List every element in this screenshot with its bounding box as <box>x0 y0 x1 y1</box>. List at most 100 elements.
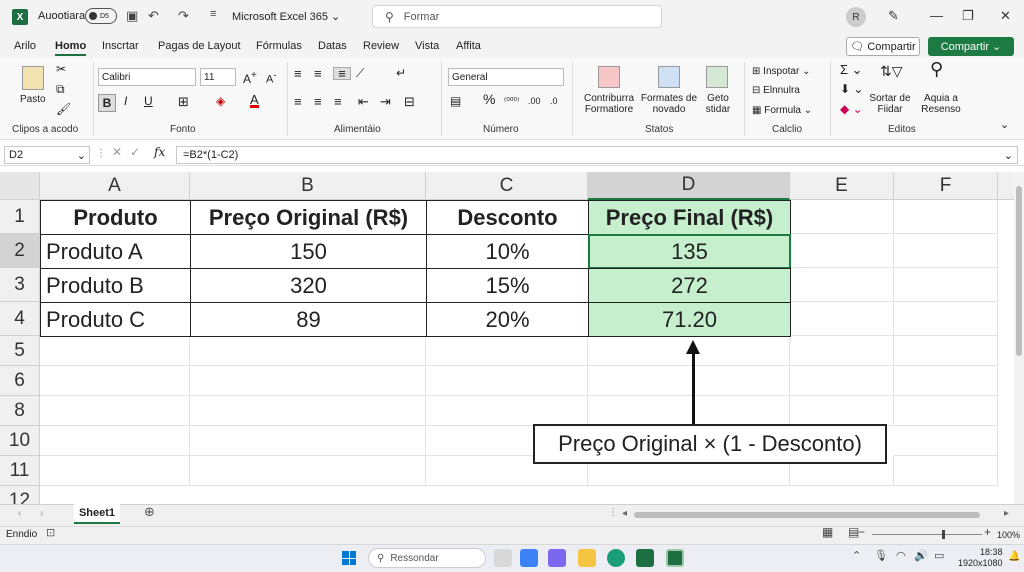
app-title[interactable]: Microsoft Excel 365 ⌄ <box>232 10 340 23</box>
row-header-5[interactable]: 5 <box>0 336 40 366</box>
cell-d2-selected[interactable]: 135 <box>588 234 791 269</box>
row-header-6[interactable]: 6 <box>0 366 40 396</box>
bold-button[interactable]: B <box>98 94 116 112</box>
cell[interactable] <box>588 366 790 396</box>
percent-style-icon[interactable]: % <box>483 92 495 106</box>
notifications-icon[interactable]: 🔔 <box>1008 551 1020 562</box>
taskbar-search[interactable]: ⚲ Ressondar <box>368 548 486 568</box>
cell[interactable] <box>426 396 588 426</box>
restore-icon[interactable]: ❐ <box>962 8 974 24</box>
increase-indent-icon[interactable]: ⇥ <box>380 95 391 108</box>
cell[interactable] <box>426 336 588 366</box>
menu-home[interactable]: Homo <box>55 40 87 56</box>
shrink-font-icon[interactable]: A- <box>266 70 276 86</box>
row-header-12[interactable]: 12 <box>0 486 40 504</box>
cell[interactable] <box>190 456 426 486</box>
wrap-text-icon[interactable]: ↵ <box>396 67 406 79</box>
cell-d1[interactable]: Preço Final (R$) <box>588 200 791 235</box>
horizontal-scroll-thumb[interactable] <box>634 512 980 518</box>
menu-dados[interactable]: Datas <box>318 40 347 52</box>
teams-icon[interactable] <box>548 549 566 567</box>
save-icon[interactable]: ▣ <box>126 8 138 24</box>
align-top-icon[interactable]: ≡ <box>294 67 302 80</box>
cell[interactable] <box>40 366 190 396</box>
share-button[interactable]: Compartir ⌄ <box>928 37 1014 56</box>
redo-icon[interactable]: ↷ <box>178 8 189 24</box>
row-header-3[interactable]: 3 <box>0 268 40 302</box>
hscroll-right-icon[interactable]: ▸ <box>1004 508 1009 519</box>
row-header-2[interactable]: 2 <box>0 234 40 268</box>
zoom-in-icon[interactable]: + <box>984 526 991 538</box>
cell[interactable] <box>894 302 998 336</box>
borders-icon[interactable]: ⊞ <box>178 95 189 108</box>
fill-icon[interactable]: ⬇ ⌄ <box>840 83 863 95</box>
zoom-out-icon[interactable]: − <box>858 526 865 538</box>
conditional-formatting-button[interactable]: Contriburra Formatiore <box>580 93 638 115</box>
battery-icon[interactable]: ▭ <box>934 551 944 562</box>
column-header-c[interactable]: C <box>426 172 588 200</box>
italic-button[interactable]: I <box>124 95 127 107</box>
column-header-e[interactable]: E <box>790 172 894 200</box>
cell[interactable] <box>790 366 894 396</box>
cell-c3[interactable]: 15% <box>426 268 589 303</box>
orientation-icon[interactable]: ⟋ <box>356 67 364 79</box>
column-header-b[interactable]: B <box>190 172 426 200</box>
format-painter-icon[interactable]: 🖌 <box>56 103 71 115</box>
menu-inserir[interactable]: Inscrtar <box>102 40 139 52</box>
tray-chevron-icon[interactable]: ⌃ <box>852 551 861 562</box>
cell[interactable] <box>790 200 894 234</box>
merge-center-icon[interactable]: ⊟ <box>404 95 415 108</box>
align-right-icon[interactable]: ≡ <box>334 95 342 108</box>
column-header-d[interactable]: D <box>588 172 790 200</box>
row-header-1[interactable]: 1 <box>0 200 40 234</box>
copy-icon[interactable]: ⧉ <box>56 83 65 95</box>
cell[interactable] <box>894 234 998 268</box>
cell[interactable] <box>790 396 894 426</box>
delete-cells-button[interactable]: ⊟ Elnnulra <box>752 85 800 96</box>
number-format-select[interactable]: General <box>448 68 564 86</box>
accessibility-icon[interactable]: ⊡ <box>46 528 55 539</box>
menu-page-layout[interactable]: Pagas de Layout <box>158 40 241 52</box>
font-name-select[interactable]: Calibri <box>98 68 196 86</box>
insert-function-icon[interactable]: fx <box>154 146 165 158</box>
underline-button[interactable]: U <box>144 95 153 107</box>
copilot-icon[interactable] <box>520 549 538 567</box>
cell-a1[interactable]: Produto <box>40 200 191 235</box>
cell[interactable] <box>190 366 426 396</box>
cell[interactable] <box>190 396 426 426</box>
font-size-select[interactable]: 11 <box>200 68 236 86</box>
confirm-entry-icon[interactable]: ✓ <box>130 146 140 158</box>
cell-c2[interactable]: 10% <box>426 234 589 269</box>
align-middle-icon[interactable]: ≡ <box>314 67 322 80</box>
select-all-corner[interactable] <box>0 172 40 200</box>
accounting-format-icon[interactable]: ▤ <box>450 95 461 107</box>
cell[interactable] <box>40 396 190 426</box>
cell-d3[interactable]: 272 <box>588 268 791 303</box>
decrease-indent-icon[interactable]: ⇤ <box>358 95 369 108</box>
cell-a4[interactable]: Produto C <box>40 302 191 337</box>
cancel-entry-icon[interactable]: ✕ <box>112 146 122 158</box>
avatar[interactable]: R <box>846 7 866 27</box>
cell[interactable] <box>894 336 998 366</box>
cell-styles-button[interactable]: Geto stidar <box>700 93 736 115</box>
undo-icon[interactable]: ↶ <box>148 8 159 24</box>
cell-d4[interactable]: 71.20 <box>588 302 791 337</box>
cell[interactable] <box>790 268 894 302</box>
cell[interactable] <box>894 200 998 234</box>
close-icon[interactable]: ✕ <box>1000 8 1011 24</box>
format-cells-button[interactable]: ▦ Formula ⌄ <box>752 105 812 116</box>
clear-icon[interactable]: ◆ ⌄ <box>840 103 863 115</box>
cell-a3[interactable]: Produto B <box>40 268 191 303</box>
vertical-scroll-thumb[interactable] <box>1016 186 1022 356</box>
column-header-f[interactable]: F <box>894 172 998 200</box>
row-header-4[interactable]: 4 <box>0 302 40 336</box>
decrease-decimal-icon[interactable]: .0 <box>550 96 558 107</box>
cell[interactable] <box>190 336 426 366</box>
cell[interactable] <box>40 426 190 456</box>
hscroll-left-icon[interactable]: ◂ <box>622 508 627 519</box>
cell-a2[interactable]: Produto A <box>40 234 191 269</box>
comma-style-icon[interactable]: ⁽⁰⁰⁰⁾ <box>504 96 519 107</box>
cell[interactable] <box>426 366 588 396</box>
cut-icon[interactable]: ✂ <box>56 63 66 75</box>
menu-vista[interactable]: Vista <box>415 40 439 52</box>
